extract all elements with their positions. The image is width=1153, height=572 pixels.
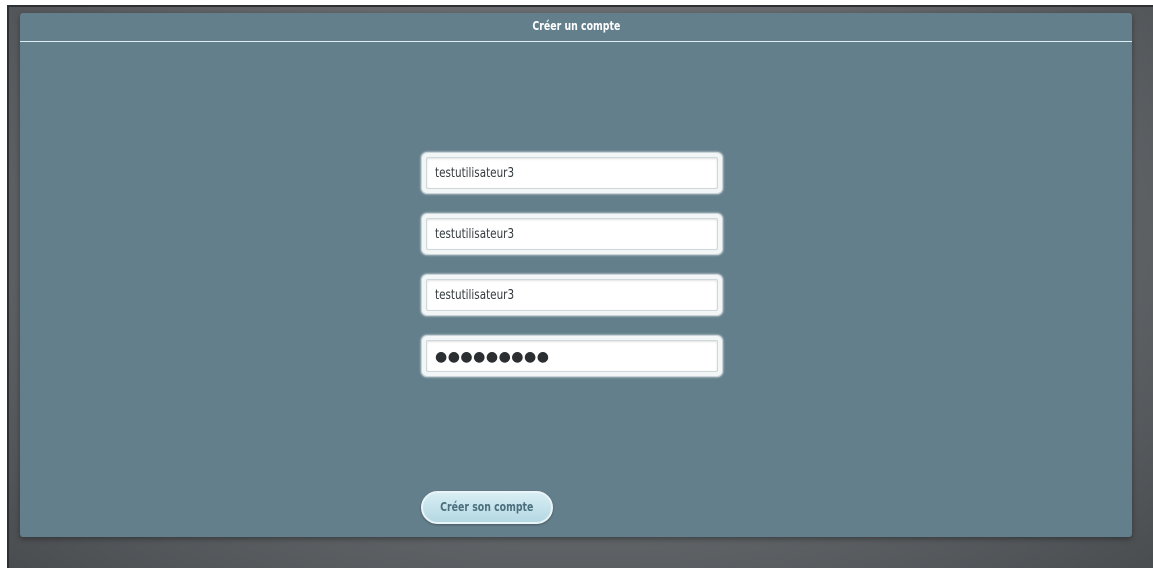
- panel-header: Créer un compte: [20, 13, 1132, 42]
- create-account-button[interactable]: Créer son compte: [421, 491, 553, 524]
- username-value: testutilisateur3: [435, 166, 515, 181]
- email-value: testutilisateur3: [435, 288, 515, 303]
- email-input[interactable]: testutilisateur3: [426, 279, 718, 311]
- app-frame: Créer un compte testutilisateur3 testuti…: [7, 5, 1153, 568]
- username-field[interactable]: testutilisateur3: [421, 152, 723, 194]
- password-field[interactable]: ●●●●●●●●●: [421, 335, 723, 377]
- password-value: ●●●●●●●●●: [435, 349, 550, 365]
- email-field[interactable]: testutilisateur3: [421, 274, 723, 316]
- name-input[interactable]: testutilisateur3: [426, 218, 718, 250]
- name-value: testutilisateur3: [435, 227, 515, 242]
- panel-title: Créer un compte: [532, 19, 620, 33]
- name-field[interactable]: testutilisateur3: [421, 213, 723, 255]
- username-input[interactable]: testutilisateur3: [426, 157, 718, 189]
- create-account-button-label: Créer son compte: [440, 500, 534, 514]
- password-input[interactable]: ●●●●●●●●●: [426, 340, 718, 372]
- create-account-panel: Créer un compte testutilisateur3 testuti…: [20, 13, 1132, 537]
